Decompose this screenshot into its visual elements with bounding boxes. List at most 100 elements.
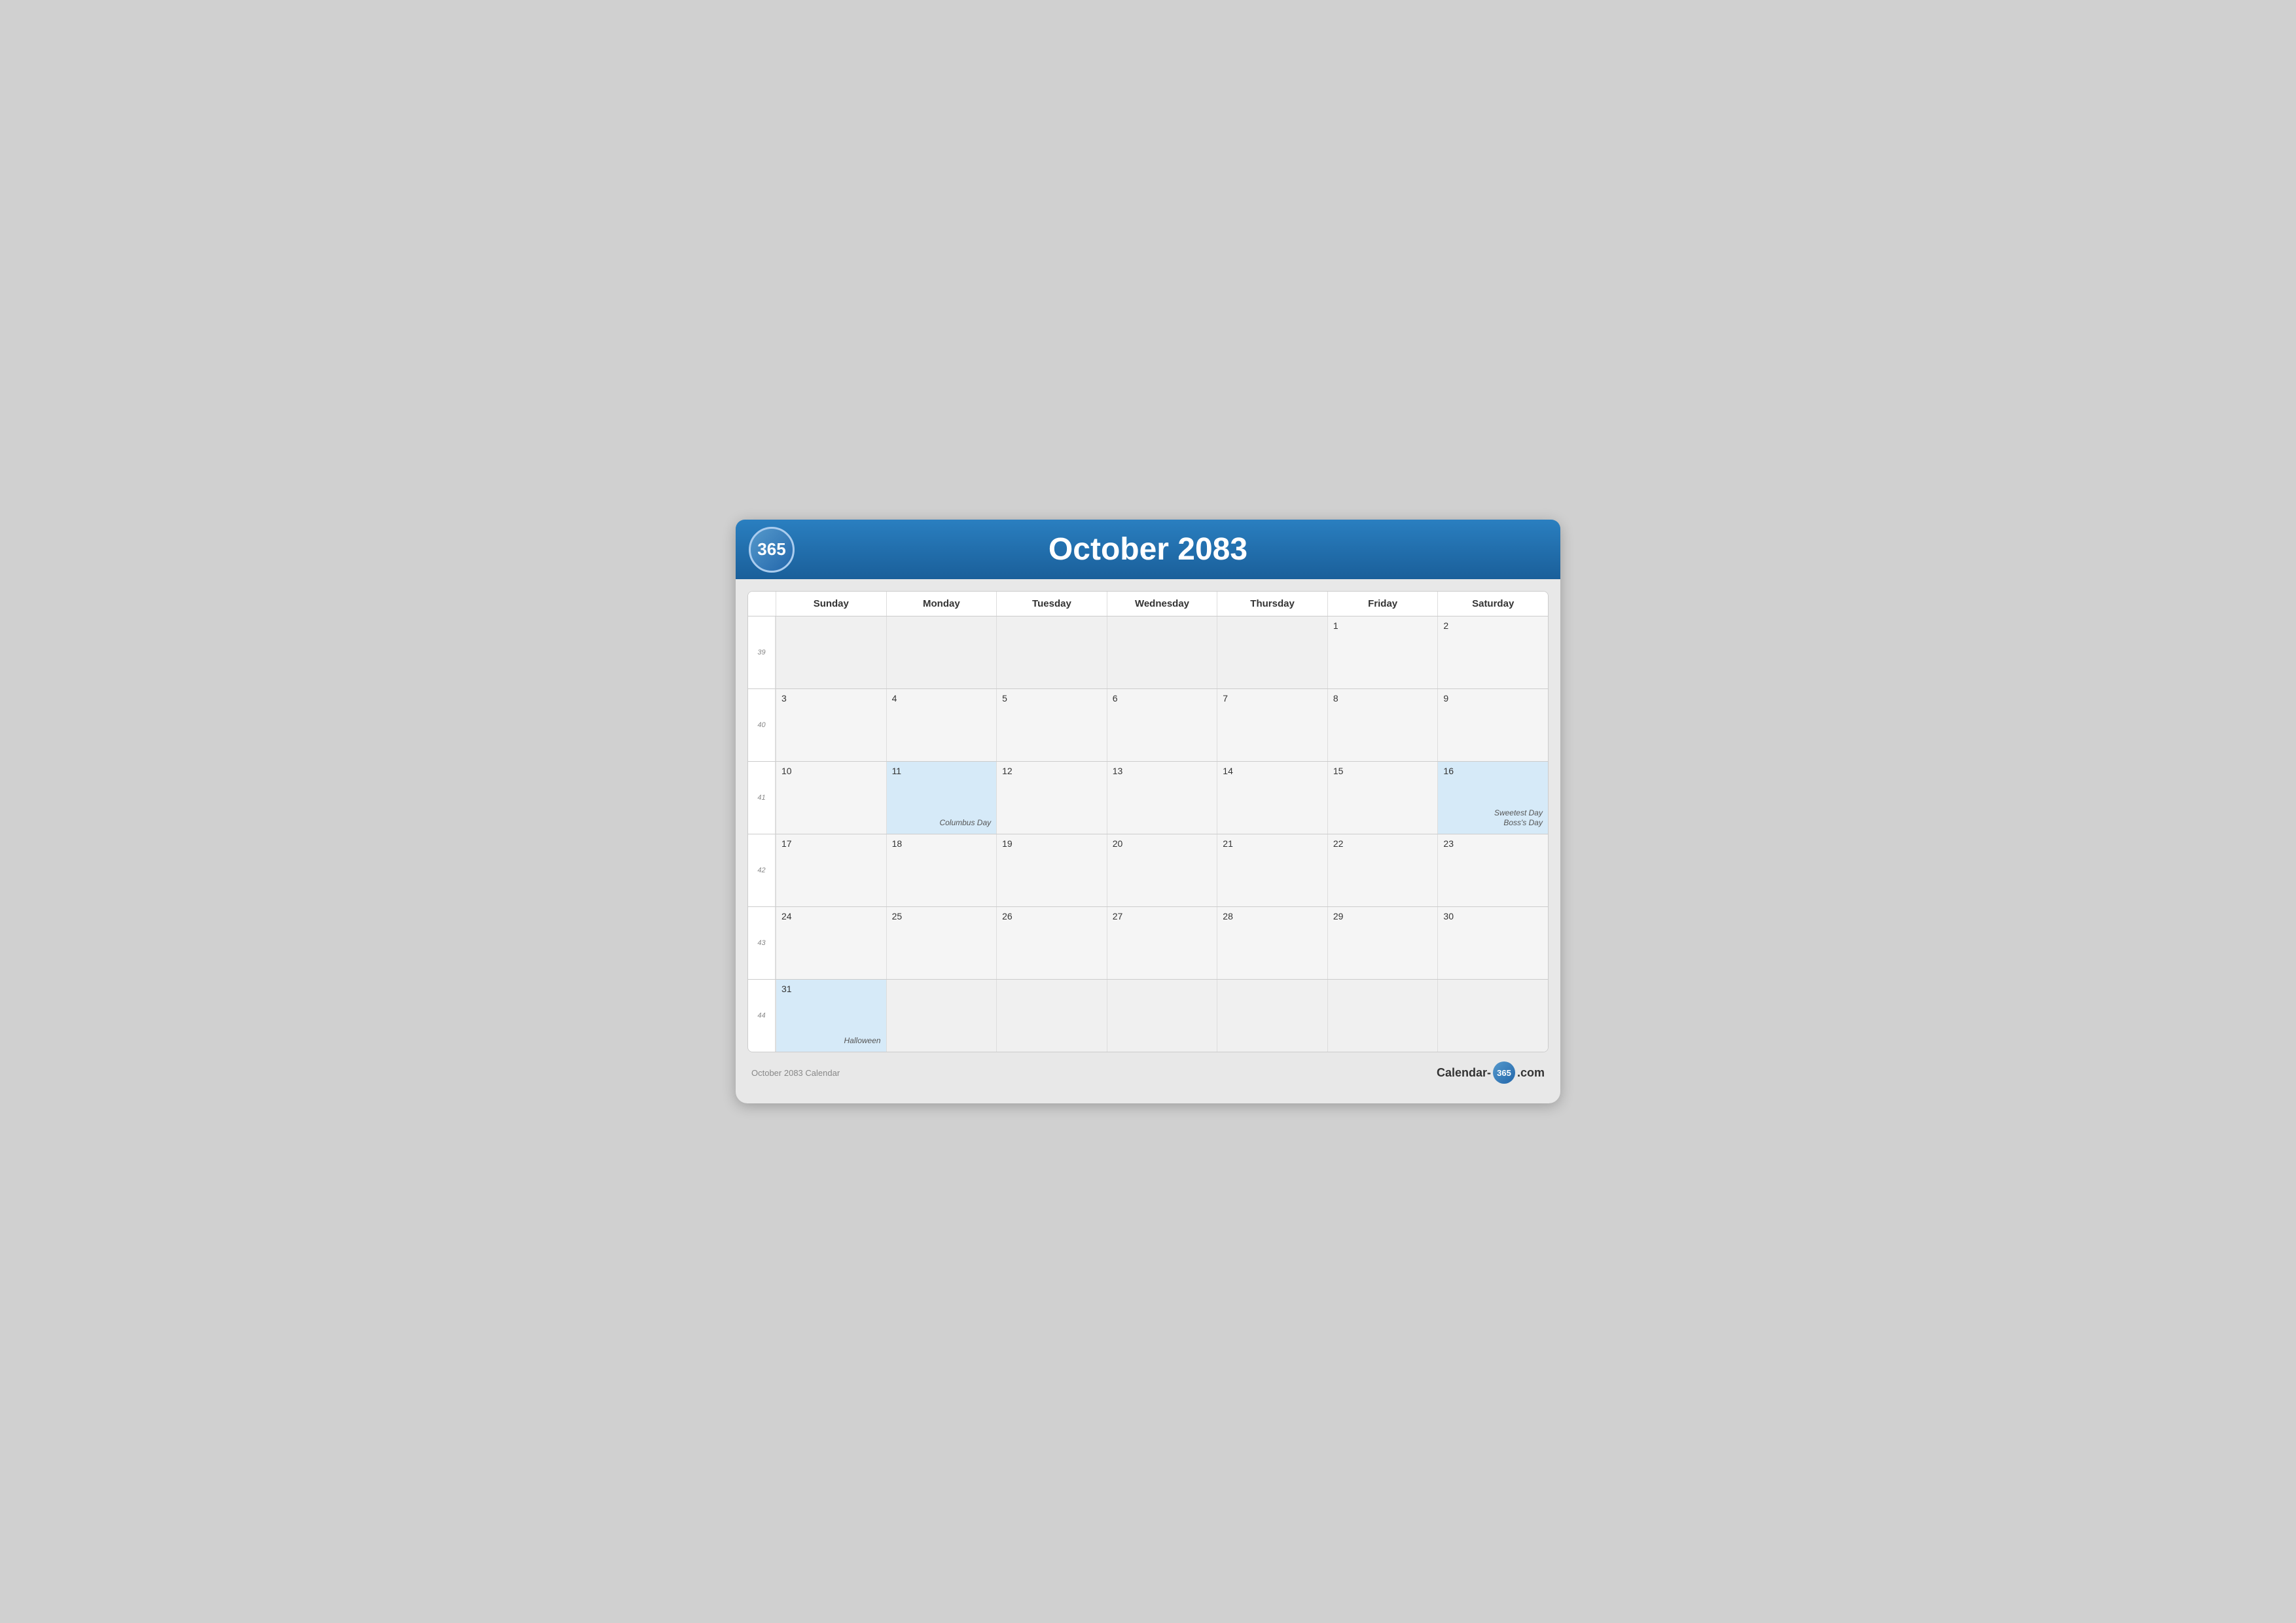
calendar-cell: 16 Sweetest DayBoss's Day	[1437, 762, 1548, 834]
cell-day-number: 5	[1002, 693, 1102, 704]
cell-day-number: 4	[892, 693, 992, 704]
cell-day-number: 1	[1333, 620, 1433, 631]
calendar-cell: 21	[1217, 834, 1327, 906]
week-num-header	[748, 592, 776, 616]
logo-badge: 365	[749, 527, 795, 573]
calendar-cell: 18	[886, 834, 997, 906]
cell-day-number: 21	[1223, 838, 1322, 849]
calendar-cell: 5	[996, 689, 1107, 761]
week-number: 42	[748, 834, 776, 906]
cell-event: Sweetest DayBoss's Day	[1494, 808, 1543, 829]
day-header-thursday: Thursday	[1217, 592, 1327, 616]
cell-day-number: 7	[1223, 693, 1322, 704]
cell-day-number: 26	[1002, 911, 1102, 921]
calendar-cell	[886, 616, 997, 688]
calendar-cell: 28	[1217, 907, 1327, 979]
calendar-cell: 10	[776, 762, 886, 834]
calendar-cell: 11Columbus Day	[886, 762, 997, 834]
calendar-cell	[886, 980, 997, 1052]
calendar-cell: 8	[1327, 689, 1438, 761]
footer-logo-badge: 365	[1493, 1061, 1515, 1084]
calendar-cell	[996, 616, 1107, 688]
cell-day-number: 15	[1333, 766, 1433, 776]
calendar-cell	[1107, 980, 1217, 1052]
calendar-cell: 9	[1437, 689, 1548, 761]
cell-day-number: 25	[892, 911, 992, 921]
calendar-cell	[1107, 616, 1217, 688]
calendar-cell: 20	[1107, 834, 1217, 906]
week-number: 39	[748, 616, 776, 688]
calendar-row: 4217181920212223	[748, 834, 1548, 906]
cell-day-number: 8	[1333, 693, 1433, 704]
cell-day-number: 12	[1002, 766, 1102, 776]
calendar-cell: 1	[1327, 616, 1438, 688]
week-number: 44	[748, 980, 776, 1052]
day-header-monday: Monday	[886, 592, 997, 616]
cell-day-number: 27	[1113, 911, 1212, 921]
week-number: 43	[748, 907, 776, 979]
calendar-cell: 19	[996, 834, 1107, 906]
calendar-cell: 27	[1107, 907, 1217, 979]
calendar-cell: 17	[776, 834, 886, 906]
cell-day-number: 13	[1113, 766, 1212, 776]
calendar-cell: 22	[1327, 834, 1438, 906]
cell-day-number: 6	[1113, 693, 1212, 704]
footer-bar: October 2083 Calendar Calendar- 365 .com	[736, 1052, 1560, 1084]
cell-day-number: 14	[1223, 766, 1322, 776]
calendar-page: 365 October 2083 SundayMondayTuesdayWedn…	[736, 520, 1560, 1103]
calendar-title: October 2083	[1049, 531, 1247, 567]
calendar-row: 44 31 Halloween	[748, 979, 1548, 1052]
calendar-cell: 2	[1437, 616, 1548, 688]
calendar-cell: 31 Halloween	[776, 980, 886, 1052]
cell-day-number: 3	[781, 693, 881, 704]
calendar-cell	[776, 616, 886, 688]
cell-day-number: 18	[892, 838, 992, 849]
calendar-cell: 26	[996, 907, 1107, 979]
calendar-cell: 15	[1327, 762, 1438, 834]
cell-day-number: 22	[1333, 838, 1433, 849]
footer-brand-prefix: Calendar-	[1437, 1066, 1491, 1080]
calendar-cell	[1217, 616, 1327, 688]
calendar-cell: 25	[886, 907, 997, 979]
calendar-cell: 13	[1107, 762, 1217, 834]
calendar-cell: 30	[1437, 907, 1548, 979]
day-header-friday: Friday	[1327, 592, 1438, 616]
cell-day-number: 11	[892, 766, 992, 776]
cell-day-number: 28	[1223, 911, 1322, 921]
day-header-saturday: Saturday	[1437, 592, 1548, 616]
calendar-cell	[996, 980, 1107, 1052]
calendar-cell: 7	[1217, 689, 1327, 761]
calendar-cell: 6	[1107, 689, 1217, 761]
calendar-row: 41 10 11Columbus Day 12 13 14 15 16 Sweetest Day…	[748, 761, 1548, 834]
week-number: 40	[748, 689, 776, 761]
cell-day-number: 9	[1443, 693, 1543, 704]
footer-branding: Calendar- 365 .com	[1437, 1061, 1545, 1084]
calendar-cell	[1437, 980, 1548, 1052]
calendar-grid: 39 12 40 3456789 41 10 11Columbus Day 12 13 14 15 1…	[748, 616, 1548, 1052]
footer-brand-suffix: .com	[1517, 1066, 1545, 1080]
cell-day-number: 17	[781, 838, 881, 849]
cell-day-number: 29	[1333, 911, 1433, 921]
cell-day-number: 31	[781, 984, 881, 994]
cell-day-number: 10	[781, 766, 881, 776]
calendar-grid-container: SundayMondayTuesdayWednesdayThursdayFrid…	[747, 591, 1549, 1052]
cell-day-number: 16	[1443, 766, 1543, 776]
calendar-cell: 3	[776, 689, 886, 761]
calendar-cell: 14	[1217, 762, 1327, 834]
calendar-header: 365 October 2083	[736, 520, 1560, 579]
cell-day-number: 20	[1113, 838, 1212, 849]
cell-day-number: 19	[1002, 838, 1102, 849]
calendar-row: 4324252627282930	[748, 906, 1548, 979]
calendar-cell: 29	[1327, 907, 1438, 979]
calendar-row: 40 3456789	[748, 688, 1548, 761]
week-number: 41	[748, 762, 776, 834]
day-header-sunday: Sunday	[776, 592, 886, 616]
cell-event: Halloween	[844, 1036, 881, 1046]
calendar-row: 39 12	[748, 616, 1548, 688]
day-header-wednesday: Wednesday	[1107, 592, 1217, 616]
cell-day-number: 2	[1443, 620, 1543, 631]
calendar-cell: 4	[886, 689, 997, 761]
calendar-cell	[1327, 980, 1438, 1052]
day-header-tuesday: Tuesday	[996, 592, 1107, 616]
calendar-cell	[1217, 980, 1327, 1052]
